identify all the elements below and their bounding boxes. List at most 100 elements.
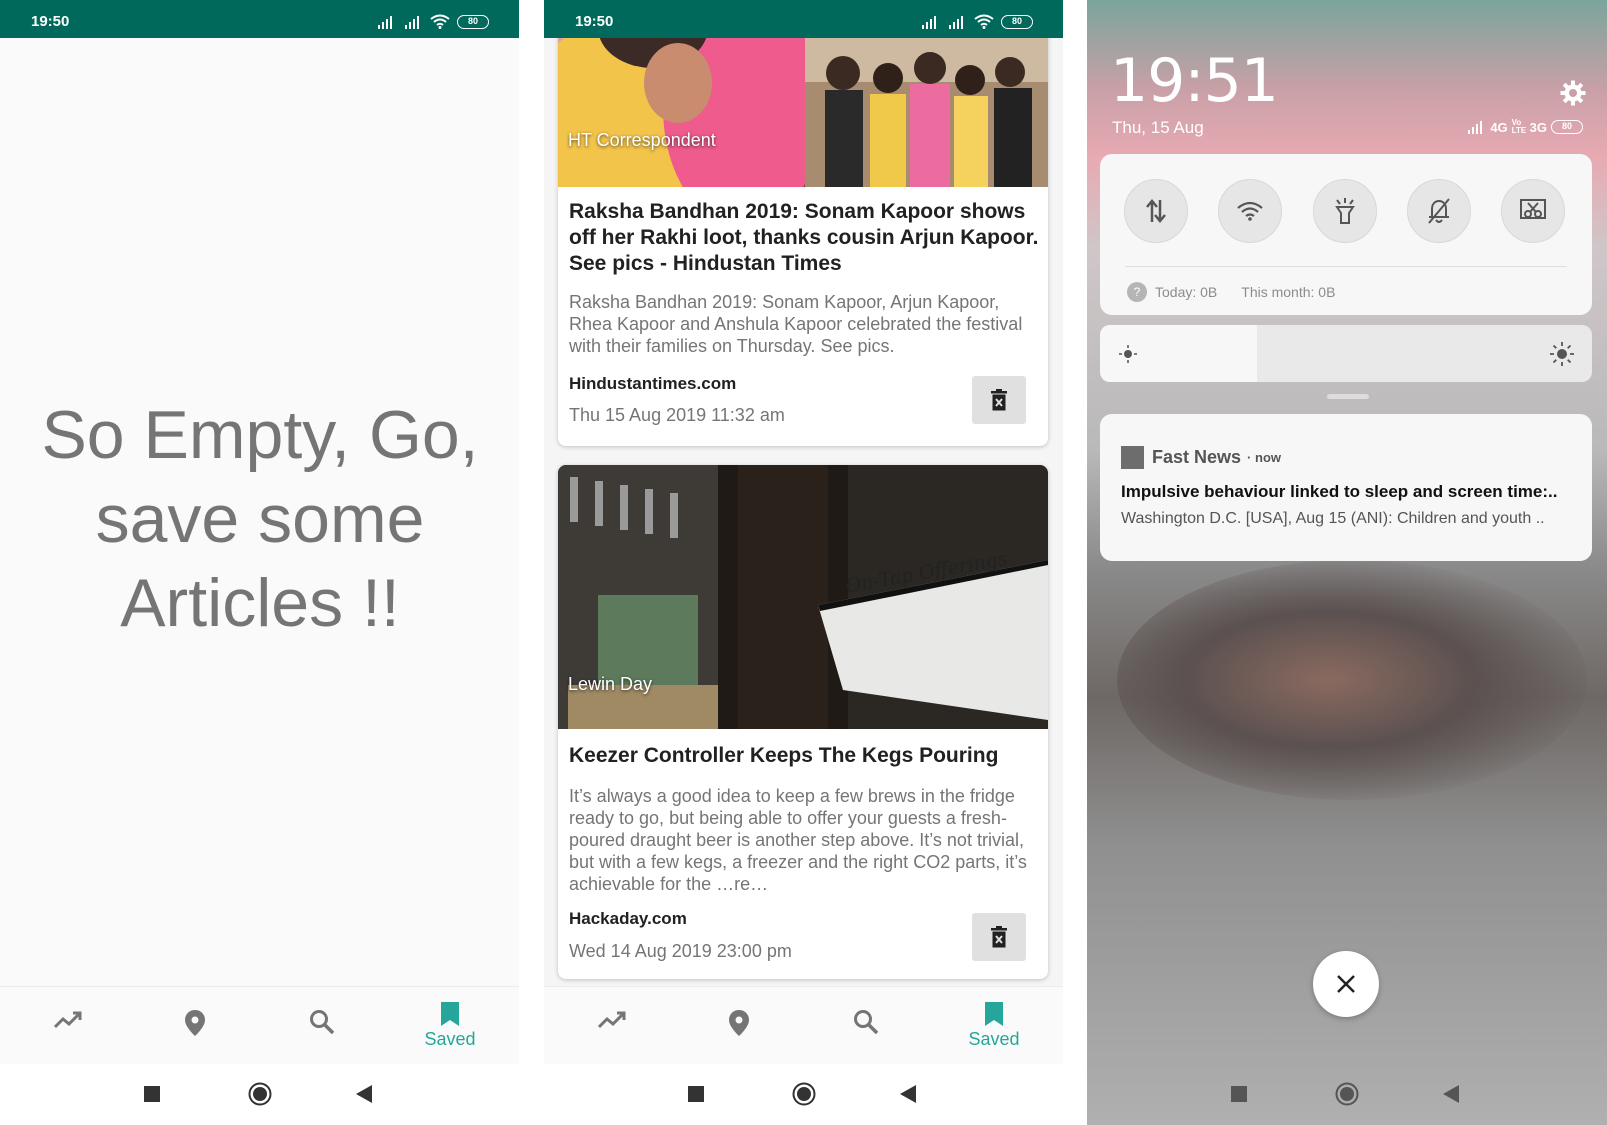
back-button[interactable] [356,1085,372,1103]
home-button[interactable] [792,1082,816,1106]
delete-button[interactable] [972,913,1026,961]
notification-shade: 19:51 Thu, 15 Aug 4G Vo LTE 3G 80 ? Toda… [1087,0,1607,1125]
wallpaper-blur-shape [1117,560,1587,800]
notification-time: now [1255,450,1281,465]
status-time: 19:50 [575,13,614,30]
article-date: Wed 14 Aug 2019 23:00 pm [569,941,792,961]
nav-search[interactable] [292,1009,352,1035]
network-4g: 4G [1490,119,1508,135]
system-navigation-bar [1087,1064,1607,1125]
article-card[interactable]: On-Tap Offerings Lewin Day Keezer Contro… [558,465,1048,979]
battery-icon: 80 [1551,120,1583,134]
status-time: 19:50 [31,13,70,30]
wifi-toggle[interactable] [1218,179,1282,243]
mute-toggle[interactable] [1407,179,1471,243]
network-3g: 3G [1529,119,1547,135]
brightness-high-icon [1550,342,1574,366]
bookmark-icon [985,1002,1003,1026]
recents-button[interactable] [688,1086,704,1102]
divider [1125,266,1567,267]
nav-trending[interactable] [582,1009,642,1031]
nav-location[interactable] [165,1009,225,1037]
app-icon [1121,446,1144,469]
article-description: Raksha Bandhan 2019: Sonam Kapoor, Arjun… [569,292,1023,356]
nav-trending[interactable] [38,1009,98,1031]
back-button[interactable] [1443,1085,1459,1103]
bell-off-icon [1428,198,1450,224]
flashlight-toggle[interactable] [1313,179,1377,243]
search-icon [310,1010,335,1035]
search-icon [854,1010,879,1035]
location-pin-icon [729,1010,749,1036]
notification-app-name: Fast News [1152,447,1242,467]
nav-saved[interactable]: Saved [964,1001,1024,1050]
article-source: Hindustantimes.com [569,374,737,393]
battery-icon: 80 [457,14,489,29]
nav-search[interactable] [836,1009,896,1035]
shade-clock: 19:51 [1110,46,1279,116]
article-author: Lewin Day [568,674,653,694]
nav-saved-label: Saved [424,1029,476,1049]
empty-state-message: So Empty, Go, save some Articles !! [41,397,479,641]
bottom-navigation: Saved [544,986,1063,1064]
saved-screen-empty: 19:50 80 So Empty, Go, save some Article… [0,0,519,1125]
quick-settings-panel: ? Today: 0B This month: 0B [1100,154,1592,315]
close-icon [1337,975,1355,993]
screenshot-toggle[interactable] [1501,179,1565,243]
status-bar: 19:50 80 [544,0,1063,38]
article-title[interactable]: Raksha Bandhan 2019: Sonam Kapoor shows … [569,199,1039,277]
brightness-low-icon [1119,345,1137,363]
home-button[interactable] [248,1082,272,1106]
home-button[interactable] [1335,1082,1359,1106]
scissors-screenshot-icon [1520,199,1546,219]
wifi-icon [1237,201,1263,221]
back-button[interactable] [900,1085,916,1103]
question-icon: ? [1127,282,1147,302]
wifi-icon [430,14,450,29]
usage-today: Today: 0B [1155,284,1218,300]
recents-button[interactable] [144,1086,160,1102]
data-usage: ? Today: 0B This month: 0B [1127,282,1335,302]
notification-card[interactable]: Fast News · now Impulsive behaviour link… [1100,414,1592,561]
article-description: It’s always a good idea to keep a few br… [569,786,1027,894]
system-navigation-bar [544,1064,1063,1125]
data-transfer-icon [1146,199,1166,223]
bookmark-icon [441,1002,459,1026]
clear-notifications-button[interactable] [1313,951,1379,1017]
network-volte: Vo LTE [1511,118,1527,135]
battery-icon: 80 [1001,14,1033,29]
nav-location[interactable] [709,1009,769,1037]
delete-icon [991,389,1007,411]
system-navigation-bar [0,1064,519,1125]
signal-icon [922,15,936,29]
shade-date: Thu, 15 Aug [1112,118,1204,137]
article-card[interactable]: HT Correspondent Raksha Bandhan 2019: So… [558,0,1048,446]
nav-saved[interactable]: Saved [420,1001,480,1050]
delete-button[interactable] [972,376,1026,424]
article-date: Thu 15 Aug 2019 11:32 am [569,405,785,425]
mobile-data-toggle[interactable] [1124,179,1188,243]
article-title[interactable]: Keezer Controller Keeps The Kegs Pouring [569,743,1039,769]
network-status: 4G Vo LTE 3G 80 [1466,119,1583,135]
delete-icon [991,926,1007,948]
flashlight-icon [1335,198,1355,224]
signal-icon [405,15,419,29]
signal-icon [949,15,963,29]
recents-button[interactable] [1231,1086,1247,1102]
trending-icon [597,1011,626,1029]
brightness-slider[interactable] [1100,325,1592,382]
signal-icon [378,15,392,29]
trending-icon [53,1011,82,1029]
status-bar: 19:50 80 [0,0,519,38]
bottom-navigation: Saved [0,986,519,1064]
notification-header: Fast News · now [1121,446,1281,469]
drag-handle[interactable] [1327,394,1369,399]
nav-saved-label: Saved [968,1029,1020,1049]
usage-month: This month: 0B [1241,284,1336,300]
notification-body: Washington D.C. [USA], Aug 15 (ANI): Chi… [1121,510,1545,527]
wifi-icon [974,14,994,29]
gear-icon[interactable] [1560,80,1586,106]
notification-title: Impulsive behaviour linked to sleep and … [1121,482,1558,501]
article-author: HT Correspondent [568,130,716,150]
location-pin-icon [185,1010,205,1036]
